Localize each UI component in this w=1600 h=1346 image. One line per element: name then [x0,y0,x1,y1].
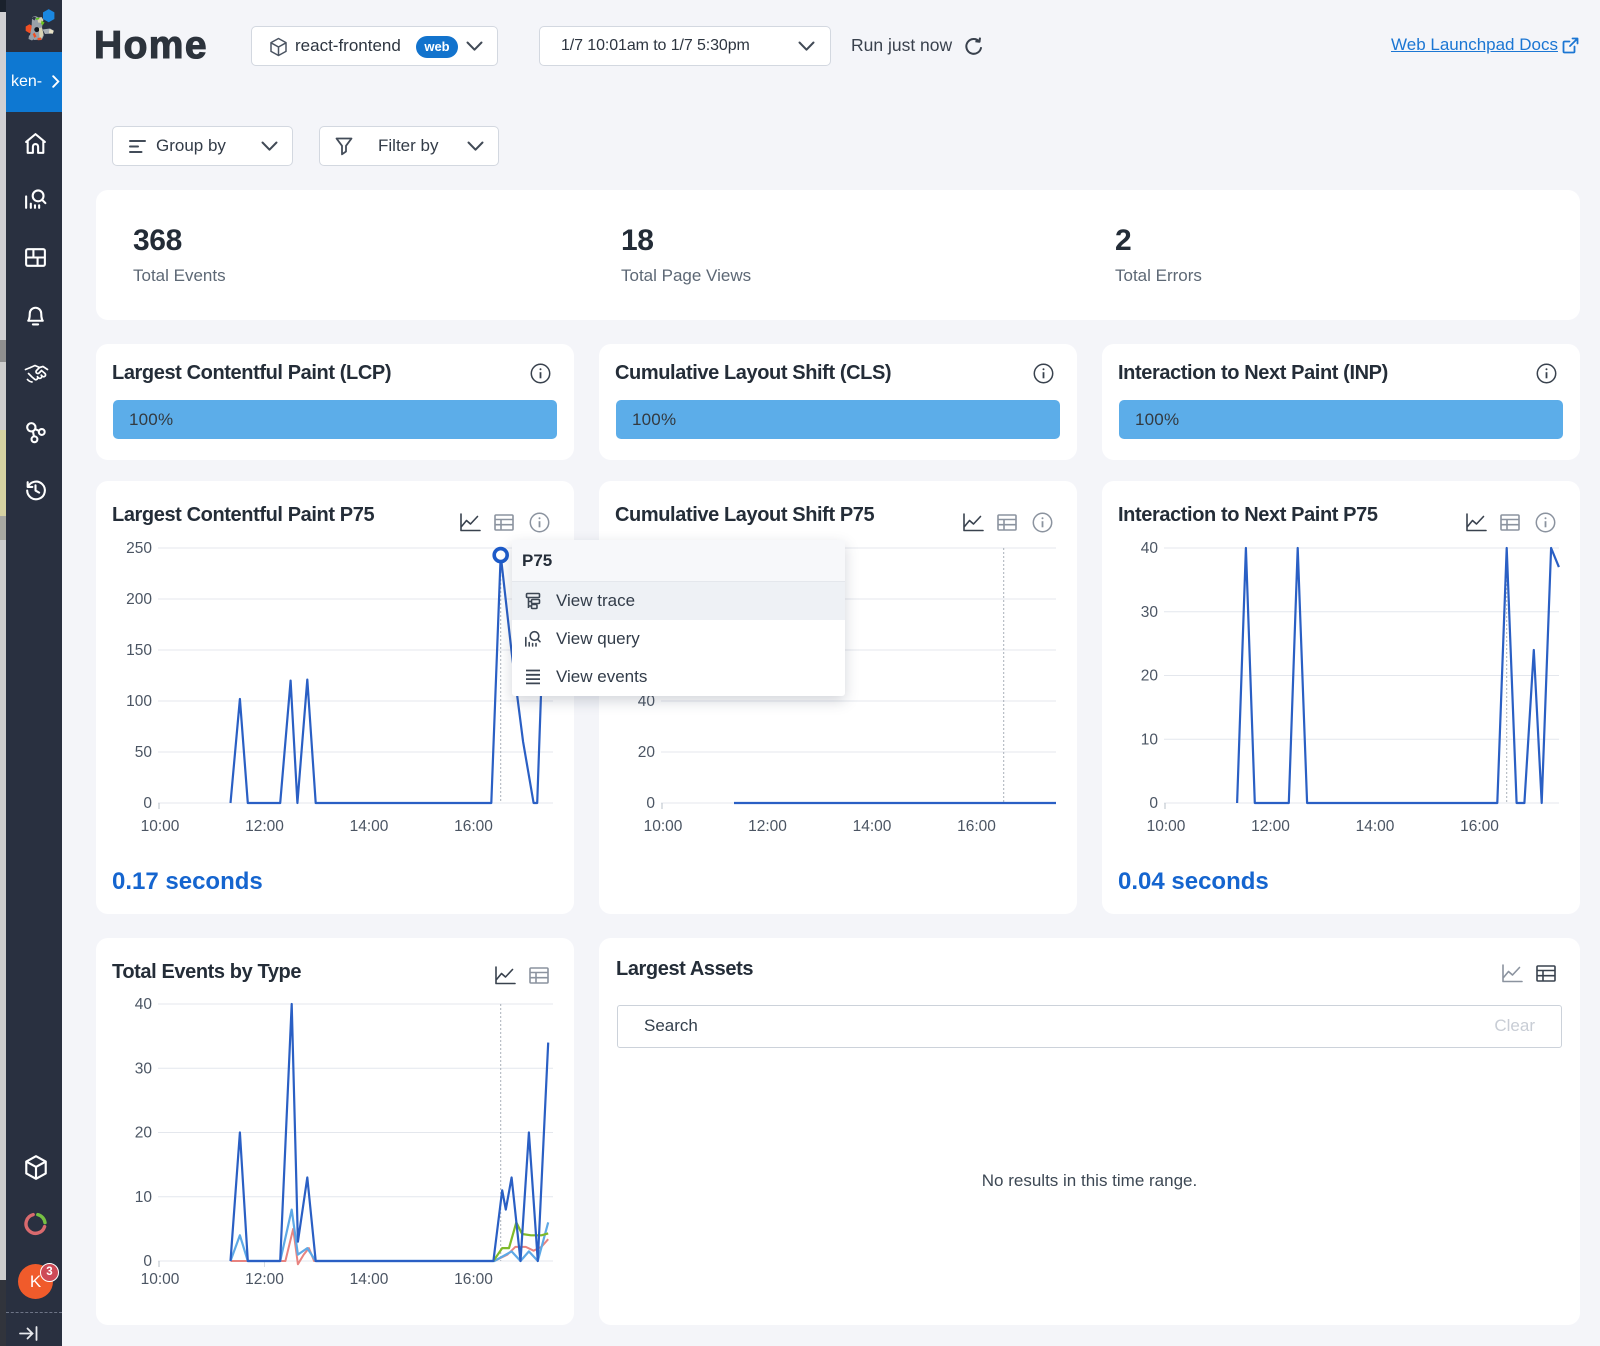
svg-text:0: 0 [143,795,152,812]
svg-text:10:00: 10:00 [644,818,683,835]
svg-text:16:00: 16:00 [454,818,493,835]
svg-text:40: 40 [1141,540,1159,557]
svg-text:12:00: 12:00 [748,818,787,835]
svg-text:10:00: 10:00 [141,818,180,835]
svg-text:14:00: 14:00 [1356,818,1395,835]
svg-text:250: 250 [126,540,152,557]
svg-text:16:00: 16:00 [1460,818,1499,835]
svg-text:200: 200 [126,591,152,608]
svg-text:20: 20 [1141,668,1159,685]
svg-text:10: 10 [1141,731,1159,748]
svg-text:20: 20 [638,744,656,761]
svg-text:10:00: 10:00 [141,1271,180,1288]
svg-text:10:00: 10:00 [1147,818,1186,835]
svg-text:20: 20 [135,1125,153,1142]
svg-text:0: 0 [143,1253,152,1270]
svg-text:12:00: 12:00 [245,1271,284,1288]
svg-text:10: 10 [135,1189,153,1206]
svg-text:50: 50 [135,744,153,761]
svg-text:0: 0 [1149,795,1158,812]
svg-text:30: 30 [1141,604,1159,621]
svg-text:14:00: 14:00 [853,818,892,835]
svg-text:16:00: 16:00 [454,1271,493,1288]
svg-text:40: 40 [135,996,153,1013]
svg-text:16:00: 16:00 [957,818,996,835]
svg-text:150: 150 [126,642,152,659]
svg-text:12:00: 12:00 [1251,818,1290,835]
svg-text:14:00: 14:00 [350,1271,389,1288]
svg-text:12:00: 12:00 [245,818,284,835]
svg-text:14:00: 14:00 [350,818,389,835]
svg-text:30: 30 [135,1060,153,1077]
svg-text:0: 0 [646,795,655,812]
svg-text:100: 100 [126,693,152,710]
